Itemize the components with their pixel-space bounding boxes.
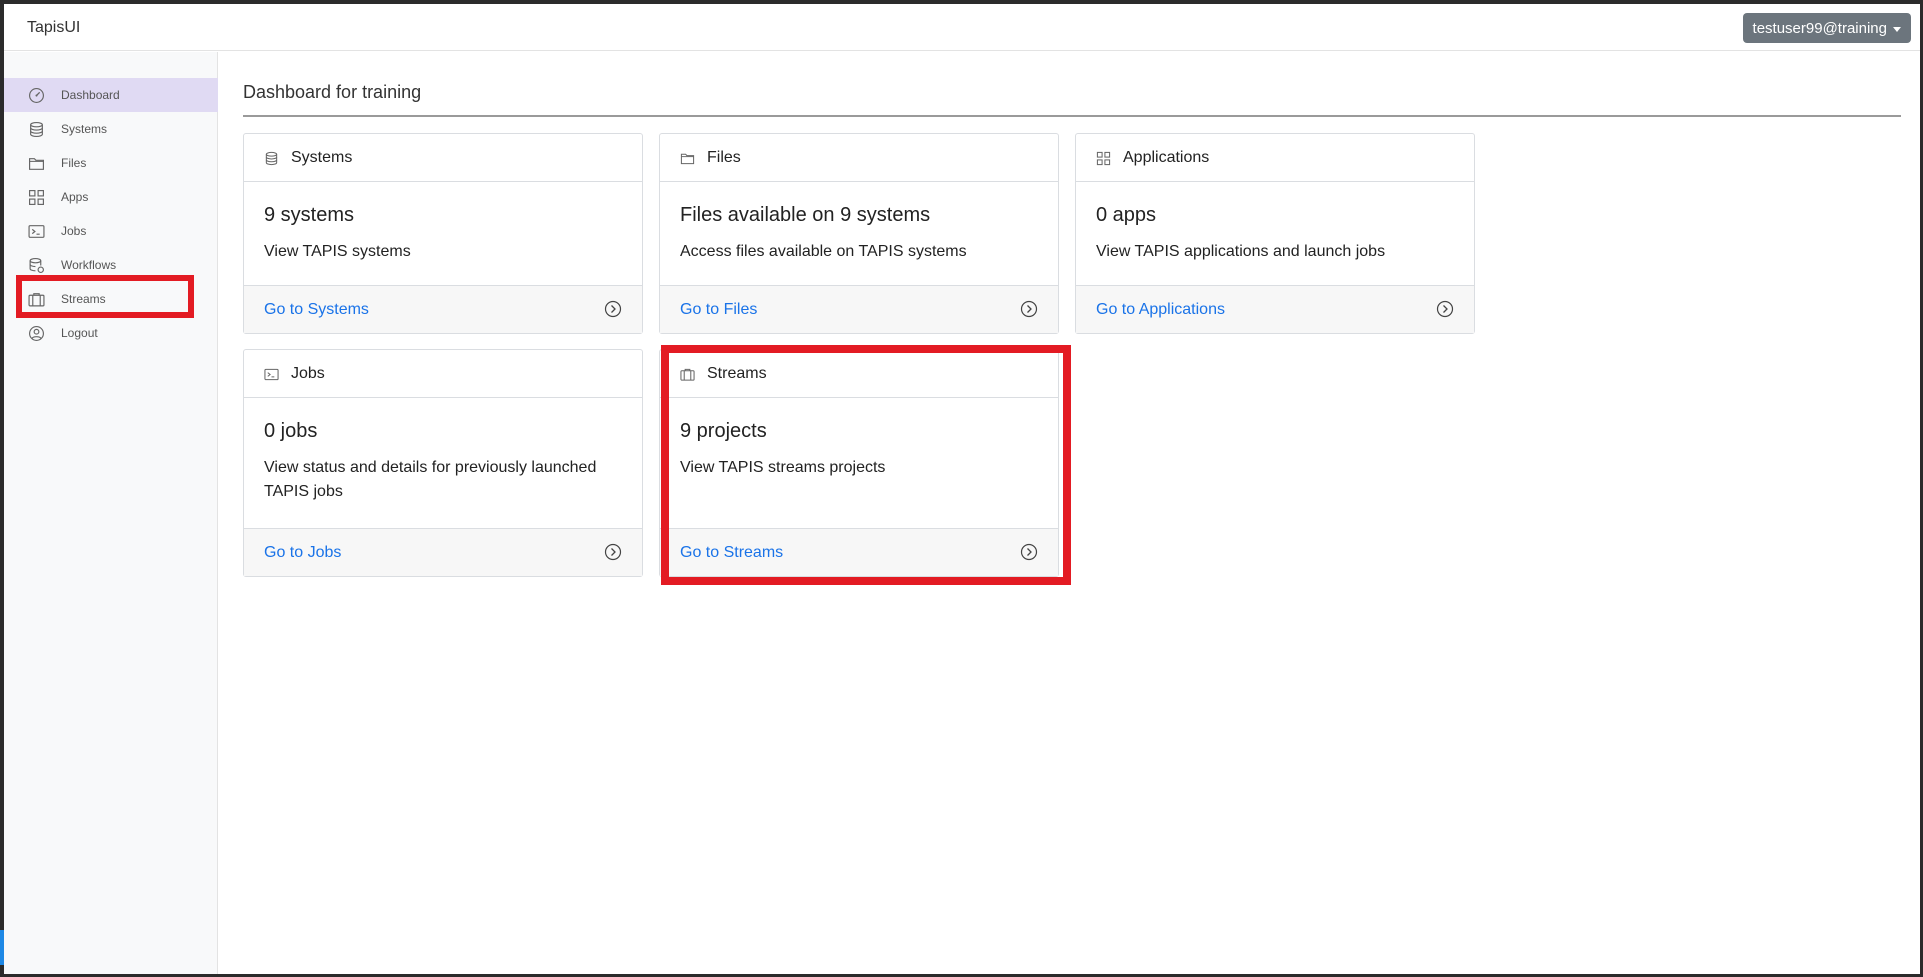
card-title: Jobs [291, 365, 325, 382]
sidebar-item-apps[interactable]: Apps [4, 180, 218, 214]
terminal-icon [28, 223, 45, 240]
sidebar: Dashboard Systems Files Apps Jobs Workfl… [4, 52, 218, 974]
sidebar-item-label: Apps [61, 190, 89, 204]
sidebar-item-label: Dashboard [61, 88, 120, 102]
sidebar-item-logout[interactable]: Logout [4, 316, 218, 350]
sidebar-item-systems[interactable]: Systems [4, 112, 218, 146]
title-divider [243, 115, 1901, 117]
card-description: View TAPIS applications and launch jobs [1096, 243, 1386, 260]
card-footer[interactable]: Go to Jobs [244, 528, 642, 576]
card-header: Systems [244, 134, 642, 182]
card-jobs: Jobs 0 jobs View status and details for … [243, 349, 643, 577]
sidebar-item-label: Systems [61, 122, 108, 136]
card-description: View TAPIS streams projects [680, 459, 886, 476]
card-footer[interactable]: Go to Streams [660, 528, 1058, 576]
card-footer[interactable]: Go to Files [660, 285, 1058, 333]
card-header: Applications [1076, 134, 1474, 182]
sidebar-item-files[interactable]: Files [4, 146, 218, 180]
card-count: 0 apps [1096, 204, 1157, 226]
database-icon [28, 121, 45, 138]
go-to-systems-link[interactable]: Go to Systems [264, 301, 369, 319]
card-title: Files [707, 149, 741, 166]
card-title: Systems [291, 149, 353, 166]
card-title: Streams [707, 365, 767, 382]
sidebar-item-workflows[interactable]: Workflows [4, 248, 218, 282]
briefcase-icon [680, 367, 695, 382]
chevron-right-circle-icon[interactable] [604, 543, 622, 561]
go-to-applications-link[interactable]: Go to Applications [1096, 301, 1225, 319]
brand-logo[interactable]: TapisUI [27, 19, 80, 37]
card-count: Files available on 9 systems [680, 204, 931, 226]
card-description: View TAPIS systems [264, 243, 411, 260]
user-circle-icon [28, 325, 45, 342]
sidebar-item-jobs[interactable]: Jobs [4, 214, 218, 248]
card-header: Jobs [244, 350, 642, 398]
caret-down-icon [1893, 26, 1901, 32]
card-streams: Streams 9 projects View TAPIS streams pr… [659, 349, 1059, 577]
card-files: Files Files available on 9 systems Acces… [659, 133, 1059, 334]
dashboard-icon [28, 87, 45, 104]
card-count: 9 systems [264, 204, 355, 226]
terminal-icon [264, 367, 279, 382]
chevron-right-circle-icon[interactable] [1020, 300, 1038, 318]
card-footer[interactable]: Go to Applications [1076, 285, 1474, 333]
card-header: Files [660, 134, 1058, 182]
card-title: Applications [1123, 149, 1210, 166]
card-count: 0 jobs [264, 420, 318, 442]
page-title: Dashboard for training [243, 82, 422, 102]
folder-icon [28, 155, 45, 172]
grid-icon [28, 189, 45, 206]
sidebar-item-label: Streams [61, 292, 106, 306]
sidebar-item-label: Files [61, 156, 87, 170]
sidebar-item-label: Logout [61, 326, 98, 340]
grid-icon [1096, 151, 1111, 166]
card-count: 9 projects [680, 420, 767, 442]
go-to-files-link[interactable]: Go to Files [680, 301, 757, 319]
sidebar-item-streams[interactable]: Streams [4, 282, 218, 316]
card-footer[interactable]: Go to Systems [244, 285, 642, 333]
card-applications: Applications 0 apps View TAPIS applicati… [1075, 133, 1475, 334]
chevron-right-circle-icon[interactable] [1020, 543, 1038, 561]
top-navbar: TapisUI testuser99@training [4, 4, 1920, 51]
database-icon [264, 151, 279, 166]
card-systems: Systems 9 systems View TAPIS systems Go … [243, 133, 643, 334]
user-menu-button[interactable]: testuser99@training [1742, 13, 1911, 43]
sidebar-item-dashboard[interactable]: Dashboard [4, 78, 218, 112]
go-to-streams-link[interactable]: Go to Streams [680, 544, 783, 562]
workflow-icon [28, 257, 45, 274]
card-description: View status and details for previously l… [264, 459, 597, 500]
briefcase-icon [28, 291, 45, 308]
card-description: Access files available on TAPIS systems [680, 243, 967, 260]
user-menu-label: testuser99@training [1752, 19, 1887, 37]
card-header: Streams [660, 350, 1058, 398]
sidebar-item-label: Jobs [61, 224, 87, 238]
sidebar-item-label: Workflows [61, 258, 117, 272]
app-window: TapisUI testuser99@training Dashboard Sy… [4, 4, 1920, 974]
window-edge-accent [0, 930, 4, 965]
folder-icon [680, 151, 695, 166]
go-to-jobs-link[interactable]: Go to Jobs [264, 544, 341, 562]
chevron-right-circle-icon[interactable] [1436, 300, 1454, 318]
chevron-right-circle-icon[interactable] [604, 300, 622, 318]
